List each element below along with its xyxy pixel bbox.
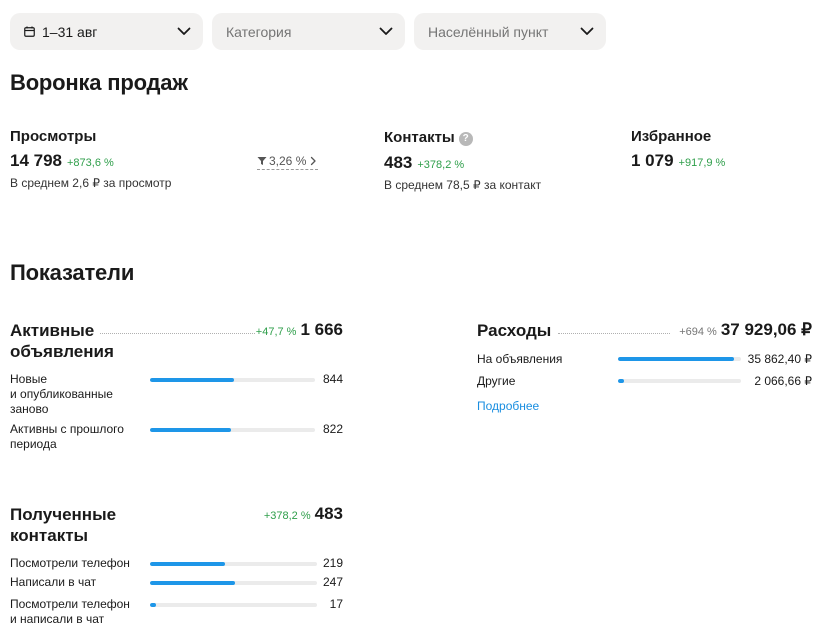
progress-fill <box>150 378 235 382</box>
row-label-new: Новые и опубликованные заново <box>10 372 113 417</box>
active-ads-total: +47,7 % 1 666 <box>256 320 343 340</box>
expenses-total: +694 % 37 929,06 ₽ <box>679 320 812 340</box>
row-value: 2 066,66 ₽ <box>754 374 812 388</box>
favorites-kpi: 1 079 +917,9 % <box>631 151 725 171</box>
date-range-filter[interactable]: 1–31 авг <box>10 13 203 50</box>
filters-bar: 1–31 авг Категория Населённый пункт <box>10 13 606 50</box>
row-label-line: Посмотрели телефон <box>10 597 130 611</box>
dotted-leader <box>100 333 255 334</box>
row-value: 35 862,40 ₽ <box>747 352 812 366</box>
contacts-title-line2: контакты <box>10 526 89 545</box>
city-filter[interactable]: Населённый пункт <box>414 13 606 50</box>
expenses-title: Расходы <box>477 321 552 340</box>
views-delta: +873,6 % <box>67 157 114 169</box>
progress-fill <box>618 357 735 361</box>
row-label-other: Другие <box>477 374 516 388</box>
contacts-title-line1: Полученные <box>10 505 117 524</box>
contacts-kpi-title: Контакты? <box>384 129 473 146</box>
conversion-link[interactable]: 3,26 % <box>257 154 319 170</box>
contacts-kpi: 483 +378,2 % <box>384 153 464 173</box>
dotted-leader <box>558 333 670 334</box>
progress-fill <box>618 379 625 383</box>
favorites-delta: +917,9 % <box>678 157 726 169</box>
progress-fill <box>150 603 156 607</box>
progress-fill <box>150 562 226 566</box>
metrics-heading: Показатели <box>10 260 135 285</box>
date-range-value: 1–31 авг <box>42 23 98 40</box>
contacts-block-value: 483 <box>314 504 343 523</box>
row-value: 844 <box>322 372 343 386</box>
progress-bar <box>618 357 741 361</box>
row-label-line: заново <box>10 402 49 416</box>
chevron-down-icon <box>177 27 191 36</box>
progress-fill <box>150 428 231 432</box>
progress-bar <box>618 379 741 383</box>
favorites-value: 1 079 <box>631 151 674 170</box>
active-ads-delta: +47,7 % <box>255 326 297 338</box>
row-label-line: периода <box>10 437 57 451</box>
row-value: 247 <box>322 575 343 589</box>
row-label-ads: На объявления <box>477 352 563 366</box>
contacts-delta: +378,2 % <box>417 159 465 171</box>
row-value: 822 <box>322 422 343 436</box>
views-value: 14 798 <box>10 151 62 170</box>
contacts-average: В среднем 78,5 ₽ за контакт <box>384 178 542 192</box>
row-value: 219 <box>322 556 343 570</box>
conversion-rate: 3,26 % <box>269 154 307 168</box>
favorites-label: Избранное <box>631 128 712 145</box>
chevron-down-icon <box>379 27 393 36</box>
help-icon[interactable]: ? <box>458 131 473 146</box>
progress-bar <box>150 428 315 432</box>
contacts-block-delta: +378,2 % <box>263 510 311 522</box>
row-label-prev-period: Активны с прошлого периода <box>10 422 124 452</box>
row-label-line: и написали в чат <box>10 612 105 626</box>
views-average: В среднем 2,6 ₽ за просмотр <box>10 176 172 190</box>
chevron-down-icon <box>580 27 594 36</box>
progress-fill <box>150 581 236 585</box>
row-label-phone: Посмотрели телефон <box>10 556 130 570</box>
active-ads-title-line2: объявления <box>10 342 114 361</box>
funnel-icon <box>257 157 267 165</box>
views-kpi: 14 798 +873,6 % <box>10 151 114 171</box>
active-ads-title-line1: Активные <box>10 321 95 340</box>
views-label: Просмотры <box>10 128 97 145</box>
contacts-block-title: Полученные контакты <box>10 504 116 546</box>
row-label-line: Новые <box>10 372 48 386</box>
category-filter[interactable]: Категория <box>212 13 405 50</box>
progress-bar <box>150 581 317 585</box>
city-placeholder: Населённый пункт <box>428 23 549 40</box>
funnel-heading: Воронка продаж <box>10 70 188 95</box>
row-label-chat: Написали в чат <box>10 575 97 589</box>
expenses-delta: +694 % <box>679 326 717 338</box>
row-label-phone-and-chat: Посмотрели телефон и написали в чат <box>10 597 130 627</box>
chevron-right-icon <box>311 156 317 166</box>
more-details-link[interactable]: Подробнее <box>477 399 539 413</box>
contacts-value: 483 <box>384 153 413 172</box>
progress-bar <box>150 562 317 566</box>
progress-bar <box>150 378 315 382</box>
row-label-line: Активны с прошлого <box>10 422 124 436</box>
contacts-label: Контакты <box>384 129 455 146</box>
progress-bar <box>150 603 317 607</box>
active-ads-title: Активные объявления <box>10 320 114 362</box>
active-ads-value: 1 666 <box>300 320 343 339</box>
calendar-icon <box>24 26 35 37</box>
row-label-line: и опубликованные <box>10 387 113 401</box>
expenses-value: 37 929,06 ₽ <box>720 320 812 339</box>
row-value: 17 <box>329 597 343 611</box>
category-placeholder: Категория <box>226 23 292 40</box>
contacts-block-total: +378,2 % 483 <box>264 504 343 524</box>
